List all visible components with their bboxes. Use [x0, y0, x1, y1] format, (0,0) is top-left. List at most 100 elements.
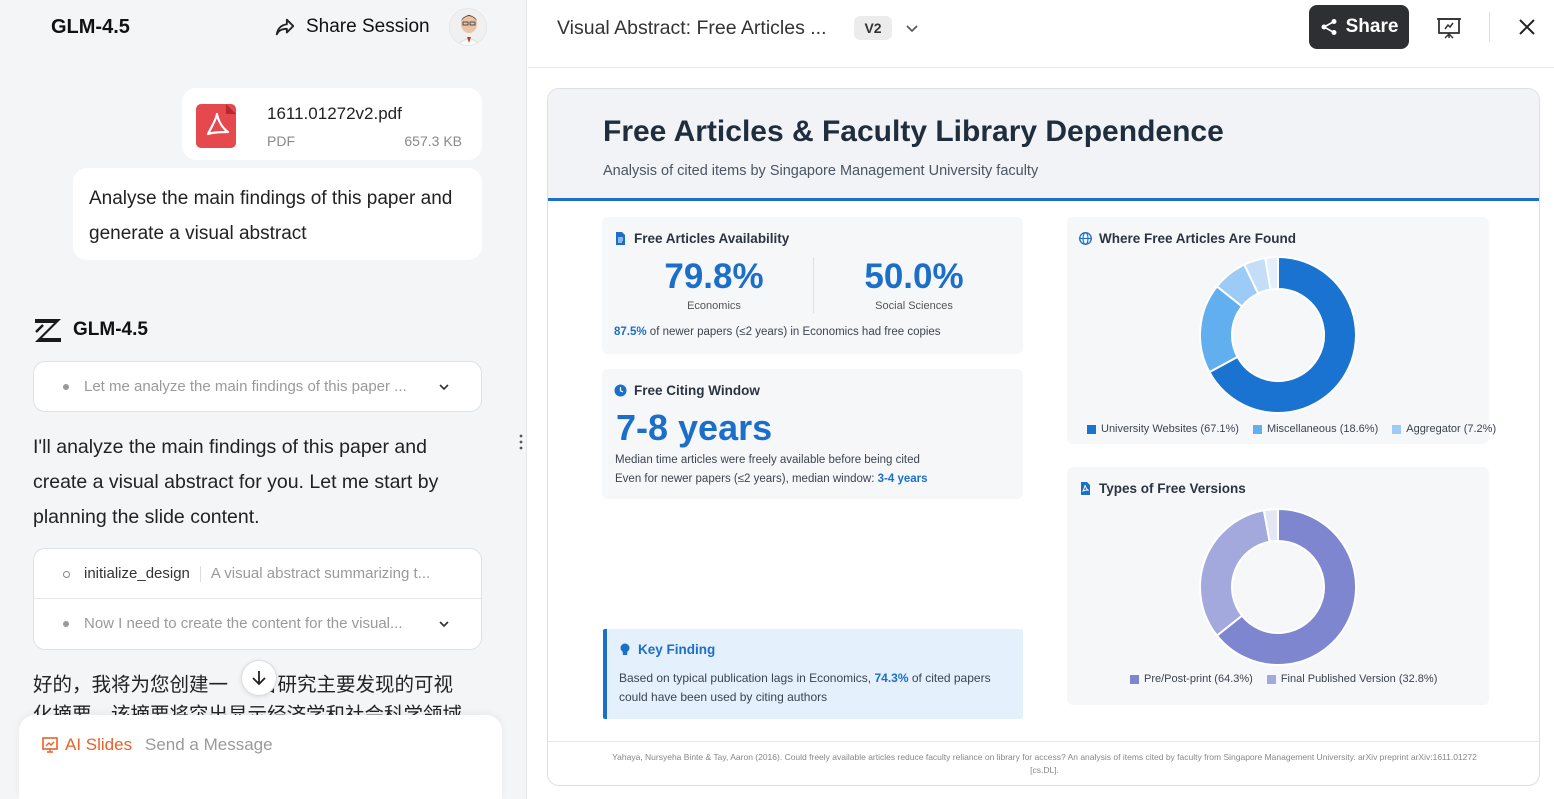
- assistant-name: GLM-4.5: [73, 319, 148, 340]
- zh-line1: 好的，我将为您创建一: [33, 674, 229, 696]
- chevron-down-icon[interactable]: [904, 20, 920, 36]
- where-found-card-title: Where Free Articles Are Found: [1079, 231, 1296, 246]
- availability-note: 87.5% of newer papers (≤2 years) in Econ…: [614, 323, 941, 342]
- present-icon[interactable]: [1436, 15, 1462, 41]
- share-session-label: Share Session: [306, 16, 430, 37]
- legend-label: Pre/Post-print (64.3%): [1144, 673, 1253, 685]
- share-session-button[interactable]: Share Session: [274, 16, 430, 38]
- legend-label: University Websites (67.1%): [1101, 423, 1239, 435]
- legend-swatch: [1252, 424, 1262, 434]
- message-input[interactable]: Send a Message: [145, 735, 273, 755]
- legend-item: Pre/Post-print (64.3%): [1130, 673, 1253, 685]
- citing-window-card-title: Free Citing Window: [614, 383, 760, 398]
- bullet-dot: [63, 384, 69, 390]
- legend-label: Miscellaneous (18.6%): [1266, 423, 1379, 435]
- types-card-title: Types of Free Versions: [1079, 481, 1246, 496]
- file-size: 657.3 KB: [404, 133, 462, 149]
- visual-abstract-slide: Free Articles & Faculty Library Dependen…: [547, 88, 1540, 786]
- panel-resize-handle-icon[interactable]: [519, 434, 523, 450]
- share-nodes-icon: [1321, 19, 1337, 35]
- thinking-text-2: Now I need to create the content for the…: [84, 615, 403, 632]
- clock-icon: [614, 384, 627, 397]
- legend-label: Aggregator (7.2%): [1406, 423, 1497, 435]
- chat-header: GLM-4.5 Share Session: [0, 0, 526, 56]
- divider: [548, 741, 1539, 742]
- chevron-down-icon[interactable]: [437, 380, 451, 394]
- assistant-header: GLM-4.5: [33, 316, 148, 344]
- slide-title: Free Articles & Faculty Library Dependen…: [603, 115, 1224, 148]
- viewer-header: Visual Abstract: Free Articles ... V2 Sh…: [528, 0, 1554, 68]
- chat-panel: GLM-4.5 Share Session 1611.01272v2.pdf P…: [0, 0, 527, 799]
- where-found-donut-chart: [1199, 255, 1357, 414]
- document-title: Visual Abstract: Free Articles ...: [557, 17, 827, 39]
- lightbulb-icon: [620, 643, 630, 655]
- avatar[interactable]: [449, 8, 487, 46]
- note-text: of newer papers (≤2 years) in Economics …: [646, 326, 941, 338]
- chevron-down-icon[interactable]: [437, 617, 451, 631]
- legend-item: Aggregator (7.2%): [1392, 423, 1496, 435]
- citing-window-title: Free Citing Window: [634, 383, 760, 398]
- thinking-row-2[interactable]: Now I need to create the content for the…: [34, 599, 481, 649]
- scroll-to-bottom-button[interactable]: [241, 660, 277, 696]
- slides-icon: [42, 737, 58, 753]
- economics-label: Economics: [687, 300, 741, 312]
- ai-slides-label: AI Slides: [65, 735, 133, 754]
- thinking-row[interactable]: Let me analyze the main findings of this…: [34, 362, 481, 412]
- pdf-file-icon: [196, 104, 236, 148]
- legend-swatch: [1087, 424, 1096, 434]
- bullet-dot: [63, 621, 69, 627]
- citing-window-card: Free Citing Window 7-8 years Median time…: [602, 369, 1023, 499]
- types-legend: Pre/Post-print (64.3%) Final Published Ve…: [1130, 673, 1437, 685]
- app-root: GLM-4.5 Share Session 1611.01272v2.pdf P…: [0, 0, 1554, 799]
- legend-item: Miscellaneous (18.6%): [1252, 423, 1379, 435]
- bullet-ring: [63, 571, 70, 578]
- legend-label: Final Published Version (32.8%): [1280, 673, 1438, 685]
- tool-name: initialize_design: [84, 565, 190, 582]
- legend-swatch: [1392, 424, 1402, 434]
- line2-text: Even for newer papers (≤2 years), median…: [615, 473, 878, 485]
- note-accent: 87.5%: [614, 326, 647, 338]
- types-card: Types of Free Versions Pre/Post-print (6…: [1067, 467, 1489, 705]
- file-attachment[interactable]: 1611.01272v2.pdf PDF 657.3 KB: [182, 88, 482, 160]
- availability-card-title: Free Articles Availability: [614, 231, 789, 246]
- tool-call-block[interactable]: initialize_design A visual abstract summa…: [33, 548, 482, 650]
- key-finding-text: Based on typical publication lags in Eco…: [619, 669, 1019, 707]
- types-title: Types of Free Versions: [1099, 481, 1246, 496]
- social-sciences-label: Social Sciences: [875, 300, 953, 312]
- social-sciences-stat: 50.0%: [864, 257, 964, 296]
- key-text-pre: Based on typical publication lags in Eco…: [619, 671, 875, 685]
- economics-stat: 79.8%: [664, 257, 764, 296]
- key-text-accent: 74.3%: [874, 671, 909, 685]
- where-found-card: Where Free Articles Are Found University…: [1067, 217, 1496, 444]
- slide-header: Free Articles & Faculty Library Dependen…: [548, 89, 1539, 201]
- ai-slides-mode-button[interactable]: AI Slides: [41, 735, 132, 755]
- availability-title: Free Articles Availability: [634, 231, 790, 246]
- version-badge[interactable]: V2: [854, 16, 892, 40]
- thinking-text: Let me analyze the main findings of this…: [84, 378, 407, 395]
- pdf-document-icon: [1081, 482, 1090, 495]
- close-icon[interactable]: [1516, 16, 1538, 38]
- thinking-block[interactable]: Let me analyze the main findings of this…: [33, 361, 482, 412]
- tool-call-row[interactable]: initialize_design A visual abstract summa…: [34, 549, 481, 599]
- legend-item: University Websites (67.1%): [1087, 423, 1239, 435]
- where-found-legend: University Websites (67.1%) Miscellaneous…: [1087, 423, 1496, 435]
- slide-subtitle: Analysis of cited items by Singapore Man…: [603, 163, 1039, 179]
- legend-swatch: [1266, 674, 1276, 684]
- donut-slice: [1199, 509, 1271, 637]
- tool-call-text: initialize_design A visual abstract summa…: [84, 565, 431, 583]
- share-button[interactable]: Share: [1309, 5, 1409, 49]
- tool-description: A visual abstract summarizing t...: [210, 565, 431, 582]
- zh-line1-rest: 含研究主要发现的可视: [258, 674, 454, 696]
- key-finding-header: Key Finding: [619, 642, 715, 657]
- citation: Yahaya, Nursyeha Binte & Tay, Aaron (201…: [612, 752, 1477, 775]
- user-message: Analyse the main findings of this paper …: [73, 168, 482, 260]
- line2-accent: 3-4 years: [877, 473, 928, 485]
- zhipu-logo-icon: [35, 319, 61, 342]
- share-arrow-icon: [275, 18, 295, 36]
- divider: [199, 566, 201, 583]
- app-title: GLM-4.5: [51, 16, 130, 38]
- key-finding-title: Key Finding: [638, 642, 716, 657]
- where-found-title: Where Free Articles Are Found: [1099, 231, 1297, 246]
- divider: [1489, 12, 1490, 42]
- assistant-answer: I'll analyze the main findings of this p…: [33, 436, 439, 528]
